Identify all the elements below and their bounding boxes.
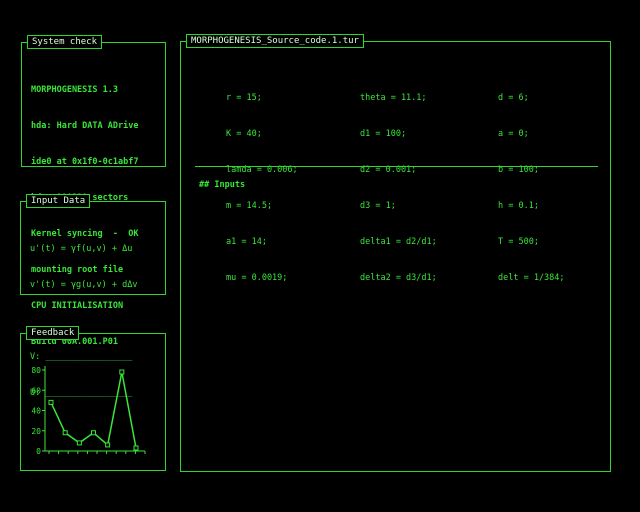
parameter-line: mu = 0.0019; bbox=[226, 273, 288, 283]
parameter-column-3: d = 6; a = 0; b = 100; h = 0.1; T = 500;… bbox=[498, 68, 565, 308]
parameter-line: m = 14.5; bbox=[226, 201, 273, 211]
data-point bbox=[76, 440, 82, 446]
parameter-line: theta = 11.1; bbox=[360, 93, 427, 103]
data-point bbox=[119, 369, 125, 375]
feedback-panel: Feedback 80 60 40 20 0 bbox=[20, 326, 166, 471]
source-code-title: MORPHOGENESIS_Source_code.1.tur bbox=[186, 34, 364, 48]
feedback-chart: 80 60 40 20 0 bbox=[31, 366, 146, 456]
parameter-line: d3 = 1; bbox=[360, 201, 396, 211]
parameter-column-2: theta = 11.1; d1 = 100; d2 = 0.001; d3 =… bbox=[360, 68, 437, 308]
parameter-line: delta1 = d2/d1; bbox=[360, 237, 437, 247]
system-check-panel: System check MORPHOGENESIS 1.3 hda: Hard… bbox=[21, 35, 166, 347]
input-data-title: Input Data bbox=[26, 194, 91, 208]
y-tick-label: 20 bbox=[31, 427, 41, 436]
parameter-line: delta2 = d3/d1; bbox=[360, 273, 437, 283]
log-line: hda: Hard DATA ADrive bbox=[31, 121, 139, 131]
log-line: ide0 at 0x1f0-0c1abf7 bbox=[31, 157, 139, 167]
y-tick-label: 60 bbox=[31, 386, 41, 395]
data-point bbox=[48, 399, 54, 405]
parameter-line: a1 = 14; bbox=[226, 237, 267, 247]
data-point bbox=[105, 442, 111, 448]
inputs-section-heading: ## Inputs bbox=[199, 180, 246, 190]
section-divider bbox=[195, 166, 598, 167]
data-point bbox=[91, 430, 96, 436]
data-point bbox=[133, 445, 139, 451]
equation-u: u'(t) = γf(u,v) + Δu bbox=[30, 244, 133, 254]
parameter-line: K = 40; bbox=[226, 129, 262, 139]
parameter-line: d = 6; bbox=[498, 93, 529, 103]
series-line bbox=[50, 371, 137, 449]
parameter-line: h = 0.1; bbox=[498, 201, 539, 211]
y-tick-label: 80 bbox=[31, 366, 41, 375]
parameter-line: r = 15; bbox=[226, 93, 262, 103]
parameter-line: d1 = 100; bbox=[360, 129, 407, 139]
source-code-panel: MORPHOGENESIS_Source_code.1.tur r = 15; … bbox=[180, 34, 611, 472]
log-line: MORPHOGENESIS 1.3 bbox=[31, 85, 118, 95]
system-check-title: System check bbox=[27, 35, 103, 49]
equation-v: v'(t) = γg(u,v) + dΔv bbox=[30, 280, 138, 290]
parameter-line: delt = 1/384; bbox=[498, 273, 565, 283]
y-tick-label: 40 bbox=[31, 407, 41, 416]
parameter-line: a = 0; bbox=[498, 129, 529, 139]
input-data-panel: Input Data u'(t) = γf(u,v) + Δu v'(t) = … bbox=[20, 194, 166, 398]
parameter-line: T = 500; bbox=[498, 237, 539, 247]
y-tick-label: 0 bbox=[36, 447, 41, 456]
data-point bbox=[62, 430, 68, 436]
